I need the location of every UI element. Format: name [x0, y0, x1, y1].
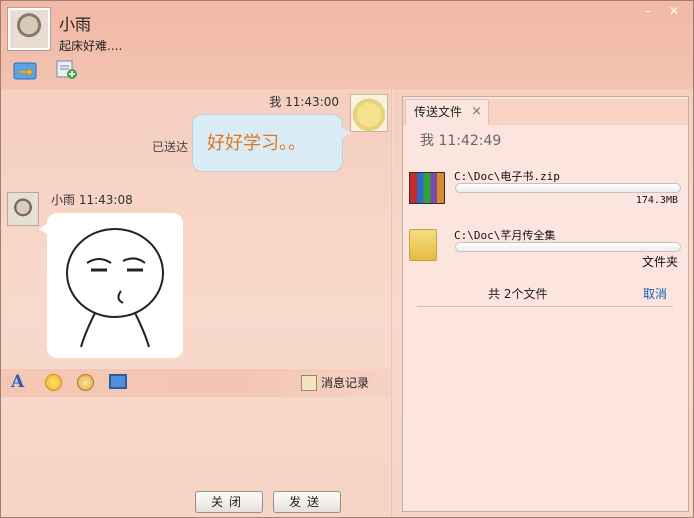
tab-file-transfer[interactable]: 传送文件 ×	[405, 99, 489, 125]
my-avatar[interactable]	[350, 94, 388, 132]
file-path: C:\Doc\芊月传全集	[454, 229, 556, 242]
delivered-status: 已送达	[152, 140, 189, 154]
my-message-bubble: 好好学习。。	[192, 114, 351, 172]
file-type: 文件夹	[641, 255, 678, 269]
chat-window: 小雨 起床好难.... – ✕ 我 11:43:00 好好学习。。 已送达 小雨…	[0, 0, 694, 518]
file-progress-bar	[455, 242, 681, 252]
file-path: C:\Doc\电子书.zip	[454, 170, 560, 183]
contact-avatar[interactable]	[7, 7, 51, 51]
file-item[interactable]: C:\Doc\芊月传全集 文件夹	[409, 227, 684, 275]
folder-icon	[409, 229, 437, 261]
pane-divider[interactable]	[391, 89, 393, 517]
contact-message-time: 11:43:08	[78, 193, 133, 207]
tab-close-icon[interactable]: ×	[471, 100, 482, 124]
magic-emoji-icon[interactable]	[77, 374, 94, 391]
file-count-summary: 共 2个文件	[488, 287, 548, 301]
cancel-transfer-link[interactable]: 取消	[643, 285, 667, 302]
font-icon[interactable]: A	[11, 372, 24, 392]
message-history-button[interactable]: 消息记录	[301, 374, 369, 391]
transfer-time: 我 11:42:49	[420, 133, 502, 149]
window-controls: – ✕	[635, 3, 687, 19]
file-size: 174.3MB	[635, 195, 678, 206]
close-window-button[interactable]: ✕	[661, 3, 687, 19]
file-progress-bar	[455, 183, 681, 193]
contact-message-avatar[interactable]	[7, 192, 39, 226]
contact-name: 小雨	[59, 15, 92, 34]
send-button[interactable]: 发送	[273, 491, 341, 513]
input-toolbar: A 消息记录	[1, 369, 391, 397]
sticker-message-bubble	[39, 213, 183, 358]
my-message-meta: 我 11:43:00	[269, 93, 339, 110]
emoji-icon[interactable]	[45, 374, 62, 391]
contact-message-meta: 小雨 11:43:08	[51, 191, 133, 208]
file-item[interactable]: C:\Doc\电子书.zip 174.3MB	[409, 168, 684, 216]
my-message-time: 11:43:00	[285, 95, 339, 109]
sticker-image	[66, 228, 164, 348]
add-note-icon[interactable]	[55, 59, 79, 81]
summary-divider	[417, 306, 673, 307]
contact-status: 起床好难....	[59, 39, 123, 53]
header: 小雨 起床好难.... – ✕	[1, 1, 693, 89]
minimize-button[interactable]: –	[635, 3, 661, 19]
rar-archive-icon	[409, 172, 445, 204]
message-area: 我 11:43:00 好好学习。。 已送达 小雨 11:43:08	[1, 89, 391, 369]
message-history-label: 消息记录	[321, 376, 370, 390]
close-button[interactable]: 关闭	[195, 491, 263, 513]
avatar-photo	[10, 10, 48, 48]
my-sender-name: 我	[269, 95, 282, 109]
history-icon	[301, 374, 317, 391]
contact-sender-name: 小雨	[51, 193, 76, 207]
file-transfer-panel	[402, 96, 689, 512]
send-file-icon[interactable]	[13, 59, 37, 81]
screenshot-icon[interactable]	[109, 374, 127, 389]
tab-label: 传送文件	[414, 105, 463, 119]
message-input[interactable]	[1, 397, 391, 487]
